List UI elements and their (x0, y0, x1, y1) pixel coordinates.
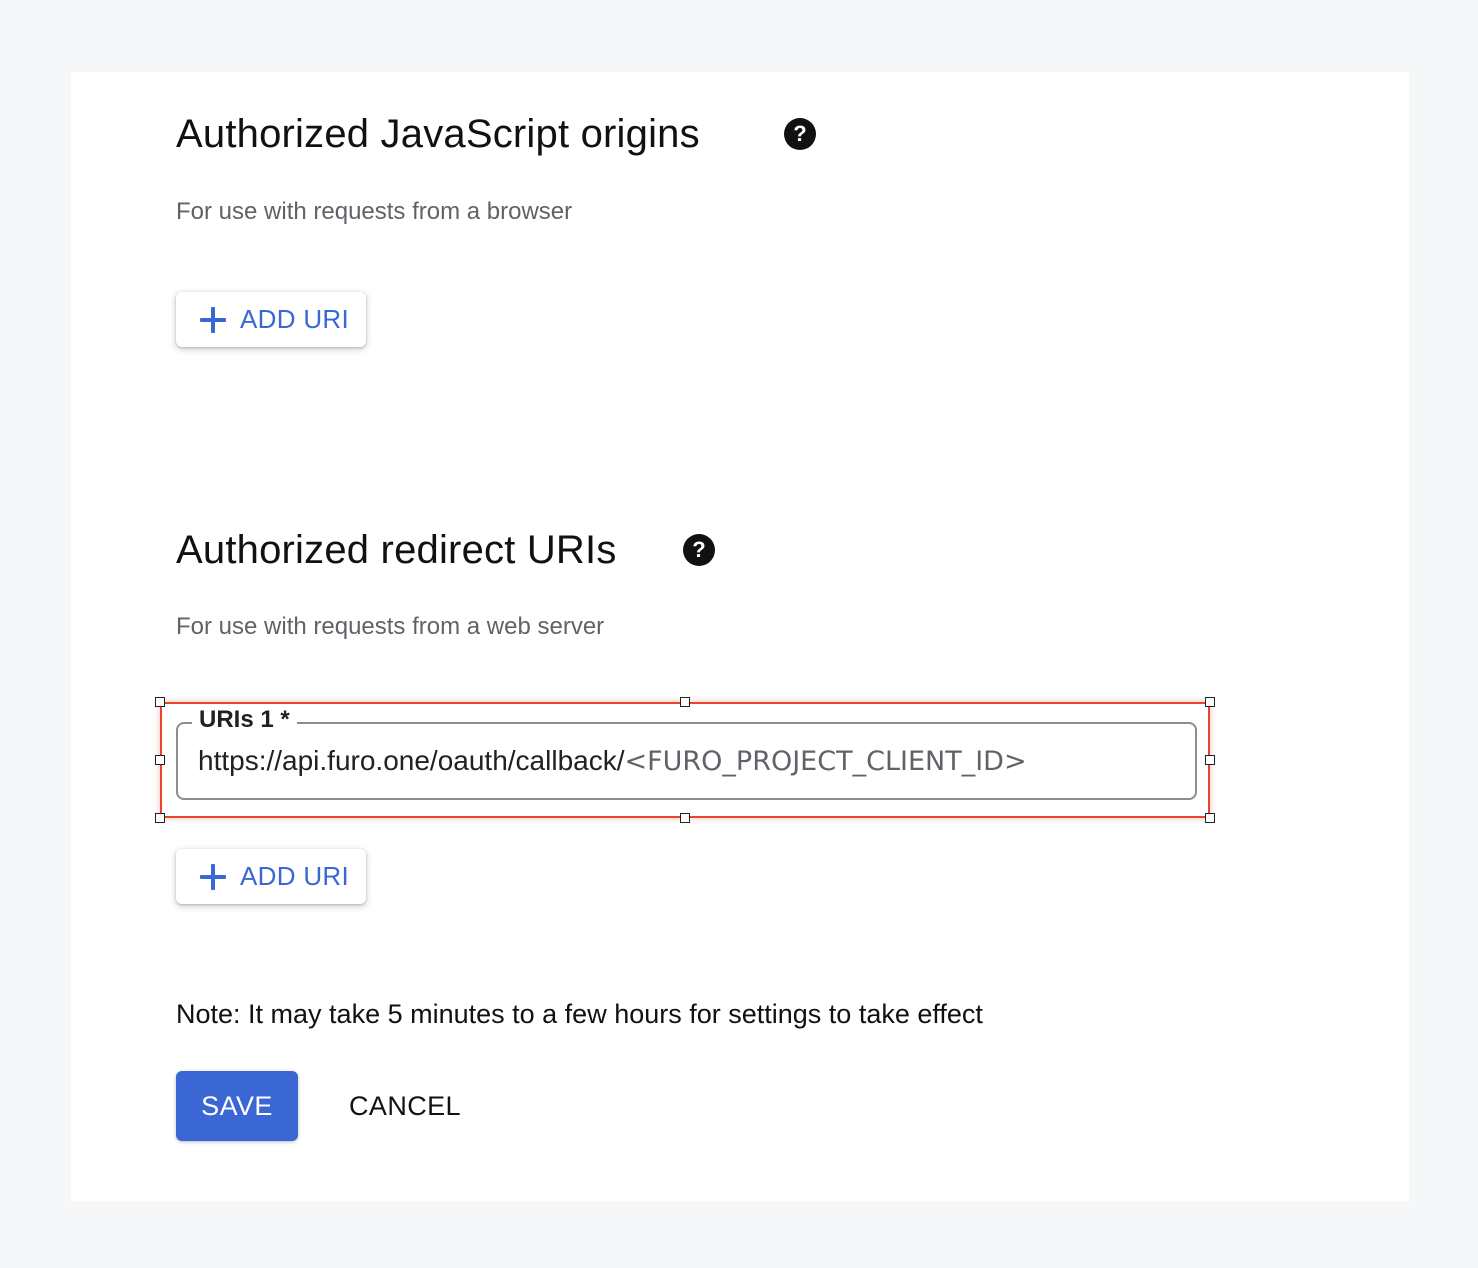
redirect-uris-subtitle: For use with requests from a web server (176, 613, 605, 640)
resize-handle-top-left (155, 697, 165, 707)
redirect-uris-help-icon[interactable]: ? (683, 534, 715, 566)
resize-handle-top-center (680, 697, 690, 707)
resize-handle-middle-right (1205, 755, 1215, 765)
redirect-uris-title: Authorized redirect URIs (176, 528, 617, 572)
js-origins-title: Authorized JavaScript origins (176, 112, 700, 156)
settings-note: Note: It may take 5 minutes to a few hou… (176, 999, 983, 1029)
js-origins-subtitle: For use with requests from a browser (176, 198, 573, 225)
add-uri-label: ADD URI (240, 304, 349, 334)
redirect-uris-add-uri-button[interactable]: ADD URI (176, 849, 366, 904)
js-origins-help-icon[interactable]: ? (784, 118, 816, 150)
redirect-uri-value-prefix: https://api.furo.one/oauth/callback/ (198, 745, 625, 776)
cancel-button[interactable]: CANCEL (330, 1071, 480, 1141)
redirect-uri-1-label: URIs 1 * (192, 706, 297, 735)
redirect-uri-value-placeholder: <FURO_PROJECT_CLIENT_ID> (624, 746, 1027, 777)
resize-handle-bottom-right (1205, 813, 1215, 823)
resize-handle-middle-left (155, 755, 165, 765)
redirect-uri-1-field[interactable]: URIs 1 * https://api.furo.one/oauth/call… (176, 706, 1197, 800)
add-uri-label: ADD URI (240, 861, 349, 891)
plus-icon (200, 306, 226, 333)
save-button[interactable]: SAVE (176, 1071, 298, 1141)
redirect-uri-1-value[interactable]: https://api.furo.one/oauth/callback/<FUR… (198, 744, 1027, 778)
resize-handle-top-right (1205, 697, 1215, 707)
plus-icon (200, 863, 226, 890)
js-origins-add-uri-button[interactable]: ADD URI (176, 292, 366, 347)
resize-handle-bottom-center (680, 813, 690, 823)
resize-handle-bottom-left (155, 813, 165, 823)
